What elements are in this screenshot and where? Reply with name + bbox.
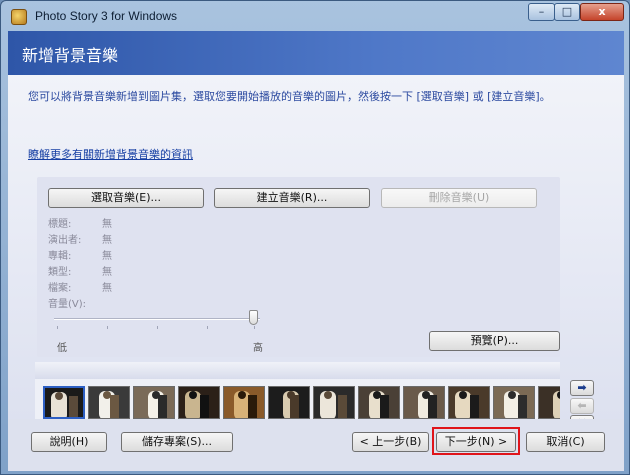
volume-high-label: 高 bbox=[253, 343, 263, 354]
volume-label: 音量(V): bbox=[48, 299, 87, 310]
title-bar[interactable]: Photo Story 3 for Windows – □ x bbox=[1, 1, 629, 31]
filmstrip-thumbnail[interactable] bbox=[88, 386, 130, 419]
delete-music-button[interactable]: 刪除音樂(U) bbox=[381, 188, 537, 208]
genre-value: 無 bbox=[102, 267, 112, 278]
volume-slider-tick bbox=[207, 326, 208, 329]
minimize-button[interactable]: – bbox=[528, 3, 555, 21]
app-window: Photo Story 3 for Windows – □ x 新增背景音樂 您… bbox=[0, 0, 630, 475]
volume-low-label: 低 bbox=[57, 343, 67, 354]
volume-slider-track[interactable] bbox=[54, 318, 260, 320]
window-title: Photo Story 3 for Windows bbox=[35, 9, 178, 23]
save-project-button[interactable]: 儲存專案(S)... bbox=[121, 432, 233, 452]
learn-more-link[interactable]: 瞭解更多有關新增背景音樂的資訊 bbox=[28, 146, 193, 162]
volume-slider-tick bbox=[107, 326, 108, 329]
music-timeline-bar bbox=[35, 362, 560, 379]
close-button[interactable]: x bbox=[580, 3, 624, 21]
music-panel: 選取音樂(E)... 建立音樂(R)... 刪除音樂(U) 標題: 無 演出者:… bbox=[37, 177, 560, 357]
filmstrip-thumbnail[interactable] bbox=[133, 386, 175, 419]
artist-label: 演出者: bbox=[48, 235, 82, 246]
next-button[interactable]: 下一步(N) > bbox=[436, 432, 516, 452]
genre-label: 類型: bbox=[48, 267, 72, 278]
filmstrip-thumbnail[interactable] bbox=[268, 386, 310, 419]
album-label: 專輯: bbox=[48, 251, 72, 262]
move-left-arrow-icon[interactable]: ⬅ bbox=[570, 398, 594, 414]
filmstrip-thumbnail[interactable] bbox=[403, 386, 445, 419]
volume-slider-tick bbox=[254, 326, 255, 329]
maximize-button[interactable]: □ bbox=[554, 3, 580, 21]
filmstrip-thumbnail[interactable] bbox=[493, 386, 535, 419]
preview-button[interactable]: 預覽(P)... bbox=[429, 331, 560, 351]
filmstrip-thumbnail[interactable] bbox=[223, 386, 265, 419]
file-label: 檔案: bbox=[48, 283, 72, 294]
back-button[interactable]: < 上一步(B) bbox=[352, 432, 429, 452]
title-value: 無 bbox=[102, 219, 112, 230]
volume-slider-tick bbox=[57, 326, 58, 329]
wizard-header: 新增背景音樂 bbox=[8, 31, 624, 75]
create-music-button[interactable]: 建立音樂(R)... bbox=[214, 188, 370, 208]
filmstrip-thumbnail[interactable] bbox=[178, 386, 220, 419]
select-music-button[interactable]: 選取音樂(E)... bbox=[48, 188, 204, 208]
title-label: 標題: bbox=[48, 219, 72, 230]
filmstrip-thumbnail[interactable] bbox=[538, 386, 560, 419]
filmstrip-thumbnail[interactable] bbox=[448, 386, 490, 419]
instructions-text: 您可以將背景音樂新增到圖片集，選取您要開始播放的音樂的圖片，然後按一下 [選取音… bbox=[28, 90, 551, 103]
volume-slider-tick bbox=[157, 326, 158, 329]
filmstrip-thumbnail[interactable] bbox=[43, 386, 85, 419]
album-value: 無 bbox=[102, 251, 112, 262]
filmstrip-thumbnail[interactable] bbox=[358, 386, 400, 419]
artist-value: 無 bbox=[102, 235, 112, 246]
file-value: 無 bbox=[102, 283, 112, 294]
wizard-body: 您可以將背景音樂新增到圖片集，選取您要開始播放的音樂的圖片，然後按一下 [選取音… bbox=[8, 75, 624, 450]
help-button[interactable]: 說明(H) bbox=[31, 432, 107, 452]
move-right-arrow-icon[interactable]: ➡ bbox=[570, 380, 594, 396]
wizard-client-area: 新增背景音樂 您可以將背景音樂新增到圖片集，選取您要開始播放的音樂的圖片，然後按… bbox=[8, 31, 624, 471]
volume-slider-thumb[interactable] bbox=[249, 310, 258, 325]
page-title: 新增背景音樂 bbox=[22, 46, 119, 65]
photo-story-app-icon bbox=[11, 9, 27, 25]
filmstrip-thumbnail[interactable] bbox=[313, 386, 355, 419]
cancel-button[interactable]: 取消(C) bbox=[526, 432, 605, 452]
